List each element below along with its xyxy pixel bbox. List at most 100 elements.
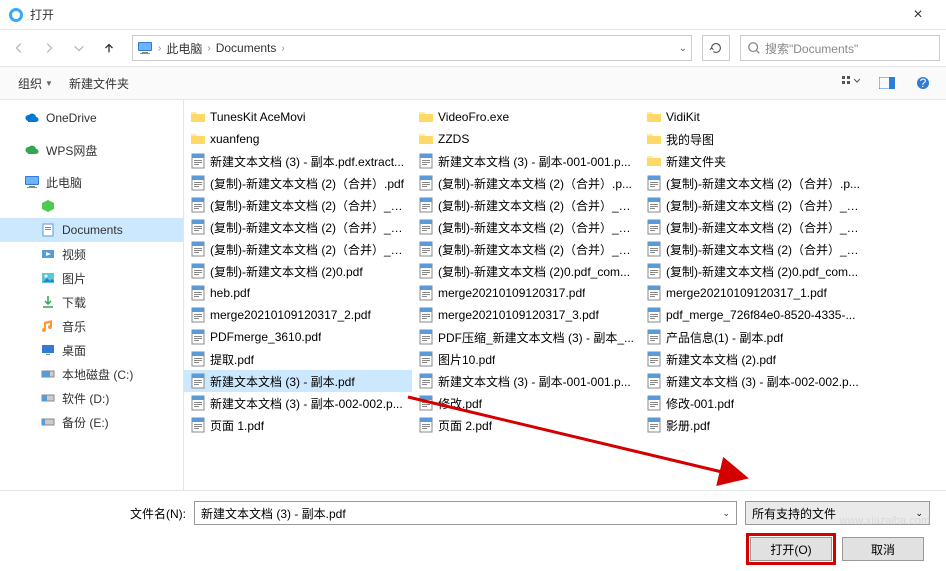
sidebar-item-diske[interactable]: 备份 (E:) [0,410,183,434]
file-item[interactable]: ZZDS [412,128,640,150]
sidebar-item-diskd[interactable]: 软件 (D:) [0,386,183,410]
file-item[interactable]: (复制)-新建文本文档 (2)（合并）_加... [412,216,640,238]
file-icon [190,175,206,191]
file-name: VideoFro.exe [438,110,509,124]
nav-recent-button[interactable] [66,35,92,61]
file-name: 图片10.pdf [438,351,495,368]
file-item[interactable]: TunesKit AceMovi [184,106,412,128]
file-name: merge20210109120317.pdf [438,286,585,300]
sidebar-item-desktop[interactable]: 桌面 [0,338,183,362]
breadcrumb-pc[interactable]: 此电脑 [164,40,204,57]
file-item[interactable]: (复制)-新建文本文档 (2)（合并）.p... [640,172,868,194]
file-item[interactable]: 修改.pdf [412,392,640,414]
file-item[interactable]: 新建文本文档 (3) - 副本.pdf [184,370,412,392]
file-item[interactable]: (复制)-新建文本文档 (2)（合并）_已... [640,238,868,260]
sidebar-item-diskc[interactable]: 本地磁盘 (C:) [0,362,183,386]
chevron-down-icon[interactable]: ⌄ [722,508,730,519]
file-item[interactable]: 我的导图 [640,128,868,150]
file-item[interactable]: VideoFro.exe [412,106,640,128]
file-icon [418,351,434,367]
file-icon [418,285,434,301]
file-item[interactable]: (复制)-新建文本文档 (2)（合并）.pdf [184,172,412,194]
file-item[interactable]: 影册.pdf [640,414,868,436]
file-item[interactable]: PDF压缩_新建文本文档 (3) - 副本_... [412,326,640,348]
file-item[interactable]: 提取.pdf [184,348,412,370]
file-item[interactable]: pdf_merge_726f84e0-8520-4335-... [640,304,868,326]
file-name: (复制)-新建文本文档 (2)（合并）_加... [666,197,862,214]
file-item[interactable]: merge20210109120317_2.pdf [184,304,412,326]
file-item[interactable]: 新建文本文档 (2).pdf [640,348,868,370]
organize-button[interactable]: 组织▼ [10,71,61,96]
sidebar-item-pictures[interactable]: 图片 [0,266,183,290]
nav-forward-button[interactable] [36,35,62,61]
file-name: PDF压缩_新建文本文档 (3) - 副本_... [438,329,634,346]
close-button[interactable]: × [898,6,938,24]
preview-pane-button[interactable] [874,73,900,93]
folder-icon [418,109,434,125]
file-item[interactable]: 新建文本文档 (3) - 副本-001-001.p... [412,370,640,392]
refresh-button[interactable] [702,35,730,61]
file-icon [646,351,662,367]
file-item[interactable]: 产品信息(1) - 副本.pdf [640,326,868,348]
watermark: www.xiazaiba.com [840,515,930,527]
download-icon [40,294,56,310]
file-list[interactable]: TunesKit AceMovixuanfeng新建文本文档 (3) - 副本.… [184,100,946,490]
file-item[interactable]: 新建文本文档 (3) - 副本.pdf.extract... [184,150,412,172]
folder-icon [190,131,206,147]
file-icon [190,219,206,235]
file-item[interactable]: 页面 1.pdf [184,414,412,436]
file-name: (复制)-新建文本文档 (2)（合并）_加... [438,219,634,236]
file-name: merge20210109120317_1.pdf [666,286,827,300]
file-item[interactable]: 页面 2.pdf [412,414,640,436]
file-item[interactable]: (复制)-新建文本文档 (2)（合并）_1... [184,194,412,216]
file-item[interactable]: merge20210109120317_3.pdf [412,304,640,326]
file-icon [418,175,434,191]
cancel-button[interactable]: 取消 [842,537,924,561]
breadcrumb-folder[interactable]: Documents [214,41,279,55]
file-item[interactable]: 新建文件夹 [640,150,868,172]
sidebar-item-downloads[interactable]: 下载 [0,290,183,314]
filename-input[interactable]: 新建文本文档 (3) - 副本.pdf⌄ [194,501,737,525]
file-item[interactable]: (复制)-新建文本文档 (2)（合并）_加... [184,216,412,238]
file-item[interactable]: (复制)-新建文本文档 (2)（合并）_加... [640,216,868,238]
file-name: (复制)-新建文本文档 (2)（合并）_1... [210,197,406,214]
file-item[interactable]: (复制)-新建文本文档 (2)0.pdf_com... [640,260,868,282]
file-item[interactable]: VidiKit [640,106,868,128]
file-icon [646,219,662,235]
sidebar-item-thispc[interactable]: 此电脑 [0,170,183,194]
file-item[interactable]: merge20210109120317_1.pdf [640,282,868,304]
help-button[interactable]: ? [910,73,936,93]
file-item[interactable]: PDFmerge_3610.pdf [184,326,412,348]
file-item[interactable]: 图片10.pdf [412,348,640,370]
file-icon [418,373,434,389]
file-item[interactable]: 修改-001.pdf [640,392,868,414]
view-options-button[interactable] [838,73,864,93]
svg-text:?: ? [920,76,927,90]
file-item[interactable]: (复制)-新建文本文档 (2)0.pdf [184,260,412,282]
file-item[interactable]: heb.pdf [184,282,412,304]
newfolder-button[interactable]: 新建文件夹 [61,71,137,96]
breadcrumb[interactable]: › 此电脑 › Documents › ⌄ [132,35,692,61]
file-item[interactable]: 新建文本文档 (3) - 副本-002-002.p... [184,392,412,414]
file-item[interactable]: (复制)-新建文本文档 (2)（合并）_加... [184,238,412,260]
chevron-down-icon[interactable]: ⌄ [679,43,687,54]
file-icon [646,285,662,301]
file-item[interactable]: xuanfeng [184,128,412,150]
nav-up-button[interactable] [96,35,122,61]
open-button[interactable]: 打开(O) [750,537,832,561]
file-icon [646,241,662,257]
file-item[interactable]: (复制)-新建文本文档 (2)（合并）_c... [412,194,640,216]
file-item[interactable]: (复制)-新建文本文档 (2)（合并）_加... [640,194,868,216]
nav-back-button[interactable] [6,35,32,61]
file-name: (复制)-新建文本文档 (2)（合并）.p... [438,175,632,192]
file-item[interactable]: (复制)-新建文本文档 (2)0.pdf_com... [412,260,640,282]
file-item[interactable]: (复制)-新建文本文档 (2)（合并）.p... [412,172,640,194]
file-item[interactable]: 新建文本文档 (3) - 副本-002-002.p... [640,370,868,392]
file-item[interactable]: 新建文本文档 (3) - 副本-001-001.p... [412,150,640,172]
sidebar-item-music[interactable]: 音乐 [0,314,183,338]
file-item[interactable]: merge20210109120317.pdf [412,282,640,304]
file-name: (复制)-新建文本文档 (2)0.pdf [210,263,363,280]
search-input[interactable]: 搜索"Documents" [740,35,940,61]
file-item[interactable]: (复制)-新建文本文档 (2)（合并）_加... [412,238,640,260]
desktop-icon [40,342,56,358]
